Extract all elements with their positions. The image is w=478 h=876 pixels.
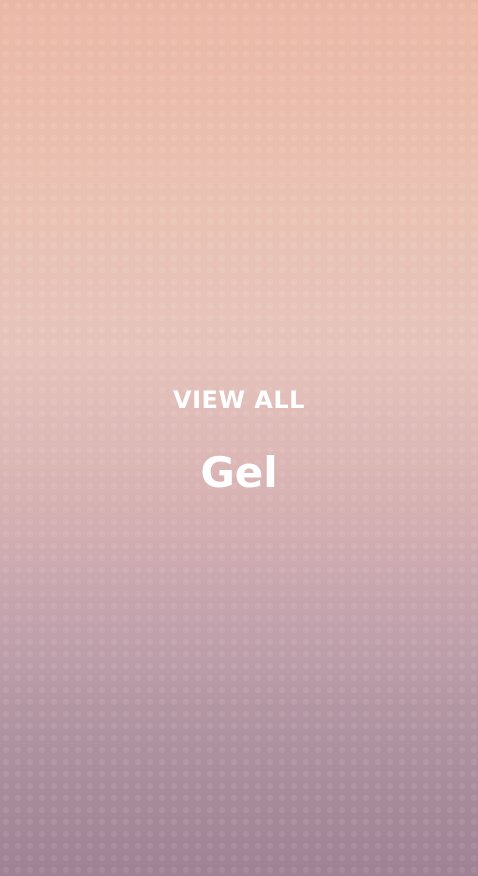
category-title: Gel	[200, 448, 278, 497]
category-card-content: VIEW ALL Gel	[0, 383, 478, 499]
category-card[interactable]: VIEW ALL Gel	[0, 0, 478, 876]
view-all-link[interactable]: VIEW ALL	[173, 383, 305, 417]
